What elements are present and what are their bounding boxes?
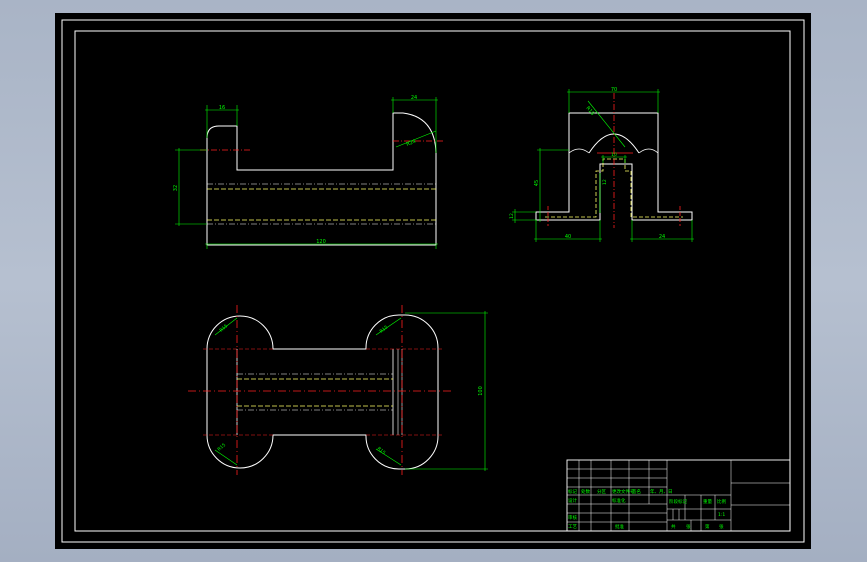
top-view: R15 R15 R15 R15 100: [188, 305, 488, 475]
tb-sheet-num-label: 第: [705, 523, 710, 530]
tb-row-label: 分区: [597, 488, 606, 495]
outer-frame: [61, 19, 805, 543]
tb-row-label: 标记: [568, 488, 577, 495]
title-block-border: [566, 459, 791, 532]
front-view: 16 24 32 R24 120: [173, 95, 443, 249]
top-dim-height: 100: [478, 386, 484, 396]
tb-row-label: 年、月、日: [650, 488, 673, 495]
tb-scale-value: 1:1: [718, 512, 725, 518]
cad-drawing: 16 24 32 R24 120 70 R18 45 10 12 12 40 2…: [61, 19, 805, 543]
tb-sheet-of-label: 张: [686, 523, 691, 530]
tb-row-label: 签名: [632, 488, 641, 495]
tb-sheet-label: 共: [671, 523, 676, 530]
top-dim-radius-bl: R15: [216, 442, 227, 452]
side-dim-height: 45: [534, 180, 540, 186]
side-dim-right-base: 24: [659, 234, 665, 240]
tb-stage-label: 阶段标记: [669, 498, 687, 505]
tb-scale-label: 比例: [717, 498, 726, 505]
inner-frame: [74, 30, 791, 532]
top-dim-radius-tl: R15: [218, 323, 229, 333]
top-dim-radius-tr: R15: [379, 324, 390, 334]
tb-approve-label: 批准: [615, 523, 624, 530]
tb-standard-label: 标准化: [612, 497, 626, 504]
front-dim-top-left: 16: [219, 105, 225, 111]
front-dim-length: 120: [316, 239, 326, 245]
cad-viewport[interactable]: 16 24 32 R24 120 70 R18 45 10 12 12 40 2…: [55, 13, 811, 549]
side-view: 70 R18 45 10 12 12 40 24: [509, 87, 694, 242]
front-view-outline: [206, 112, 437, 246]
tb-review-label: 审核: [568, 514, 577, 521]
tb-sheet-of-label-2: 张: [719, 523, 724, 530]
tb-designer-label: 设计: [568, 497, 577, 504]
side-dim-slot-width: 10: [611, 152, 617, 158]
side-dim-left-base: 40: [565, 234, 571, 240]
front-dim-radius: R24: [406, 139, 417, 148]
tb-process-label: 工艺: [568, 524, 577, 530]
side-dim-top-width: 70: [611, 87, 617, 93]
tb-weight-label: 重量: [703, 498, 712, 505]
title-block: 标记 处数 分区 更改文件号 签名 年、月、日 设计 标准化 审核 工艺 批准 …: [566, 459, 791, 532]
side-dim-radius: R18: [584, 105, 595, 116]
front-dim-height: 32: [173, 185, 179, 191]
tb-row-label: 处数: [581, 488, 590, 495]
top-view-outline: [206, 314, 439, 470]
side-dim-base-height: 12: [509, 213, 515, 219]
side-dim-slot-depth: 12: [602, 179, 608, 185]
front-dim-top-right: 24: [411, 95, 417, 101]
